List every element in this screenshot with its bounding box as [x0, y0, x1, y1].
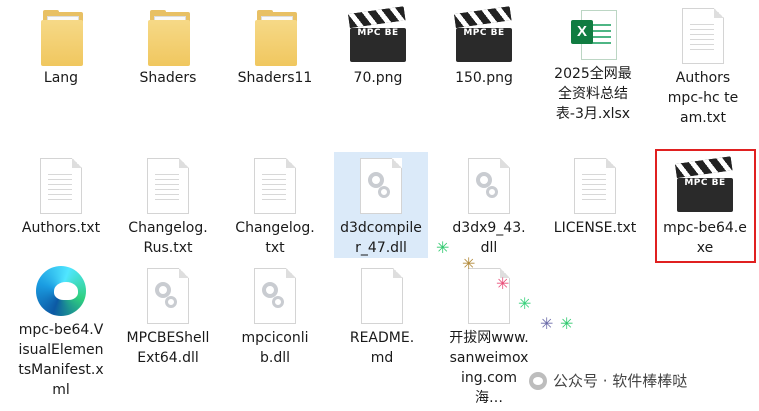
text-file-icon [574, 158, 616, 214]
file-iconlib[interactable]: mpciconlib.dll [227, 268, 323, 368]
clapperboard-icon: MPC BE [454, 6, 512, 64]
file-changelog[interactable]: Changelog.txt [227, 158, 323, 258]
file-label: README.md [349, 330, 415, 366]
blank-file-icon [361, 268, 403, 324]
file-150-png[interactable]: MPC BE 150.png [436, 6, 532, 88]
file-label: mpc-be64.VisualElementsManifest.xml [18, 322, 104, 398]
file-authors-mpc[interactable]: Authors mpc-hc team.txt [655, 8, 751, 128]
excel-icon: X [571, 8, 617, 60]
file-label: Lang [43, 70, 79, 86]
sparkle-icon: ✳ [462, 254, 476, 273]
sparkle-icon: ✳ [496, 274, 510, 293]
file-label: LICENSE.txt [553, 220, 637, 236]
file-kaiba-url[interactable]: 开拔网www.sanweimoxing.com 海… [441, 268, 537, 408]
dll-file-icon [147, 268, 189, 324]
file-label: Authors.txt [21, 220, 101, 236]
dll-file-icon [468, 158, 510, 214]
clapperboard-icon: MPC BE [348, 6, 406, 64]
file-label: Changelog.Rus.txt [128, 220, 208, 256]
file-d3dcompiler[interactable]: d3dcompiler_47.dll [334, 152, 428, 258]
text-file-icon [254, 158, 296, 214]
folder-icon [251, 8, 299, 66]
file-label: mpciconlib.dll [241, 330, 309, 366]
text-file-icon [40, 158, 82, 214]
folder-shaders[interactable]: Shaders [120, 8, 216, 88]
file-label: Shaders11 [237, 70, 313, 86]
file-label: MPCBEShellExt64.dll [126, 330, 210, 366]
sparkle-icon: ✳ [540, 314, 554, 333]
folder-shaders11[interactable]: Shaders11 [227, 8, 323, 88]
file-label: Authors mpc-hc team.txt [667, 70, 739, 126]
dll-file-icon [254, 268, 296, 324]
file-xlsx[interactable]: X 2025全网最全资料总结表-3月.xlsx [545, 8, 641, 124]
highlight-frame [655, 149, 756, 263]
watermark-text: 公众号 · 软件棒棒哒 [553, 372, 688, 390]
file-shellext[interactable]: MPCBEShellExt64.dll [120, 268, 216, 368]
sparkle-icon: ✳ [560, 314, 574, 333]
file-manifest[interactable]: mpc-be64.VisualElementsManifest.xml [13, 262, 109, 400]
watermark: 公众号 · 软件棒棒哒 [529, 370, 687, 391]
file-authors-txt[interactable]: Authors.txt [13, 158, 109, 238]
folder-icon [37, 8, 85, 66]
text-file-icon [147, 158, 189, 214]
text-file-icon [682, 8, 724, 64]
wechat-icon [529, 371, 547, 390]
edge-browser-icon [36, 266, 86, 316]
file-70-png[interactable]: MPC BE 70.png [330, 6, 426, 88]
file-label: 70.png [353, 70, 403, 86]
file-label: 开拔网www.sanweimoxing.com 海… [449, 330, 529, 406]
dll-file-icon [360, 158, 402, 214]
folder-icon [144, 8, 192, 66]
file-readme[interactable]: README.md [334, 268, 430, 368]
file-label: d3dcompiler_47.dll [340, 220, 422, 256]
file-label: Changelog.txt [235, 220, 315, 256]
file-d3dx9[interactable]: d3dx9_43.dll [441, 158, 537, 258]
sparkle-icon: ✳ [518, 294, 532, 313]
file-label: d3dx9_43.dll [452, 220, 526, 256]
folder-lang[interactable]: Lang [13, 8, 109, 88]
file-label: 150.png [455, 70, 513, 86]
file-label: Shaders [139, 70, 197, 86]
file-label: 2025全网最全资料总结表-3月.xlsx [554, 66, 632, 122]
file-changelog-rus[interactable]: Changelog.Rus.txt [120, 158, 216, 258]
sparkle-icon: ✳ [436, 238, 450, 257]
file-license[interactable]: LICENSE.txt [547, 158, 643, 238]
